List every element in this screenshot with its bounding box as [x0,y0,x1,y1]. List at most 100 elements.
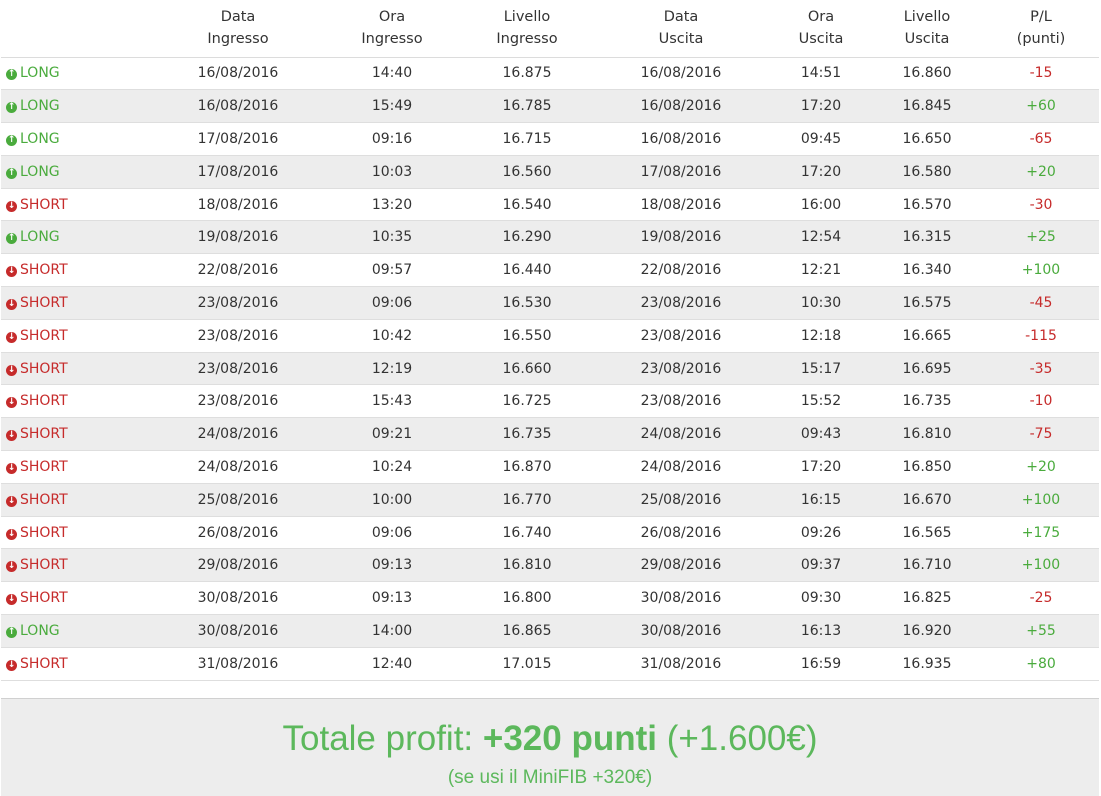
entry-date-cell: 30/08/2016 [155,581,321,616]
pl-cell: -75 [983,417,1099,452]
pl-cell: +25 [983,220,1099,255]
entry-time-cell: 10:03 [321,155,463,189]
table-row: ↑ LONG 17/08/2016 09:16 16.715 16/08/2016 09:4… [1,122,1099,156]
exit-date-cell: 26/08/2016 [591,516,771,550]
entry-date-cell: 24/08/2016 [155,417,321,452]
direction-cell: ↑ LONG [1,155,155,189]
table-row: ↓ SHORT 29/08/2016 09:13 16.810 29/08/2016 09:… [1,548,1099,583]
entry-time-cell: 10:35 [321,220,463,255]
entry-time-cell: 09:13 [321,581,463,616]
pl-cell: -25 [983,581,1099,616]
header-line2: Uscita [658,31,704,48]
pl-cell: +20 [983,450,1099,484]
pl-cell: -15 [983,57,1099,91]
pl-cell: -45 [983,286,1099,320]
arrow-circle-down-icon: ↓ [6,430,17,442]
arrow-circle-up-icon: ↑ [6,69,17,81]
entry-level-cell: 16.740 [463,516,591,550]
direction-cell: ↓ SHORT [1,253,155,288]
entry-time-cell: 09:16 [321,122,463,156]
exit-date-cell: 30/08/2016 [591,614,771,648]
header-line2: Uscita [798,31,844,48]
exit-level-cell: 16.860 [871,57,983,91]
table-row: ↓ SHORT 22/08/2016 09:57 16.440 22/08/2016 12:… [1,253,1099,288]
pl-cell: +80 [983,647,1099,681]
entry-level-cell: 16.770 [463,483,591,517]
table-row: ↓ SHORT 18/08/2016 13:20 16.540 18/08/2016 16:… [1,188,1099,222]
header-line1: Ora [807,9,835,26]
exit-time-cell: 16:13 [771,614,871,648]
exit-time-cell: 16:59 [771,647,871,681]
exit-level-cell: 16.810 [871,417,983,452]
exit-level-cell: 16.580 [871,155,983,189]
exit-level-cell: 16.650 [871,122,983,156]
direction-cell: ↓ SHORT [1,450,155,484]
entry-date-cell: 16/08/2016 [155,89,321,124]
table-row: ↓ SHORT 30/08/2016 09:13 16.800 30/08/2016 09:… [1,581,1099,616]
entry-time-cell: 10:42 [321,319,463,353]
arrow-circle-down-icon: ↓ [6,200,17,212]
direction-label: SHORT [20,327,68,344]
exit-date-cell: 23/08/2016 [591,384,771,419]
direction-label: SHORT [20,557,68,574]
entry-level-cell: 16.550 [463,319,591,353]
entry-level-cell: 16.560 [463,155,591,189]
exit-date-cell: 29/08/2016 [591,548,771,583]
table-row: ↓ SHORT 23/08/2016 10:42 16.550 23/08/2016 12:… [1,319,1099,353]
table-row: ↓ SHORT 23/08/2016 15:43 16.725 23/08/2016 15:… [1,384,1099,419]
exit-date-cell: 16/08/2016 [591,122,771,156]
exit-date-cell: 25/08/2016 [591,483,771,517]
exit-time-cell: 09:45 [771,122,871,156]
header-line1: P/L [1030,9,1052,26]
exit-time-cell: 09:26 [771,516,871,550]
arrow-circle-down-icon: ↓ [6,528,17,540]
entry-level-cell: 16.715 [463,122,591,156]
exit-level-cell: 16.575 [871,286,983,320]
table-header: Data Ingresso Ora Ingresso Livello Ingresso Da… [1,0,1099,58]
pl-cell: +100 [983,253,1099,288]
direction-cell: ↓ SHORT [1,647,155,681]
entry-date-cell: 25/08/2016 [155,483,321,517]
pl-cell: -35 [983,352,1099,386]
exit-time-cell: 15:52 [771,384,871,419]
exit-time-cell: 12:54 [771,220,871,255]
header-line1: Ora [378,9,406,26]
total-points: +320 punti [482,719,657,758]
exit-time-cell: 17:20 [771,155,871,189]
exit-date-cell: 24/08/2016 [591,417,771,452]
table-row: ↑ LONG 16/08/2016 15:49 16.785 16/08/2016 17:2… [1,89,1099,124]
exit-time-cell: 14:51 [771,57,871,91]
total-subtitle: (se usi il MiniFIB +320€) [447,767,653,788]
entry-time-cell: 15:49 [321,89,463,124]
direction-label: SHORT [20,655,68,672]
direction-label: SHORT [20,524,68,541]
entry-level-cell: 16.870 [463,450,591,484]
entry-date-cell: 29/08/2016 [155,548,321,583]
entry-level-cell: 16.875 [463,57,591,91]
arrow-circle-down-icon: ↓ [6,298,17,310]
direction-cell: ↓ SHORT [1,516,155,550]
direction-label: SHORT [20,426,68,443]
header-line1: Data [220,9,256,26]
entry-date-cell: 24/08/2016 [155,450,321,484]
direction-label: SHORT [20,262,68,279]
entry-date-cell: 31/08/2016 [155,647,321,681]
exit-level-cell: 16.670 [871,483,983,517]
exit-level-cell: 16.920 [871,614,983,648]
table-row: ↑ LONG 30/08/2016 14:00 16.865 30/08/2016 16:1… [1,614,1099,648]
direction-cell: ↑ LONG [1,57,155,91]
entry-level-cell: 16.725 [463,384,591,419]
table-row: ↓ SHORT 23/08/2016 12:19 16.660 23/08/2016 15:… [1,352,1099,386]
exit-time-cell: 12:18 [771,319,871,353]
entry-date-cell: 23/08/2016 [155,384,321,419]
table-row: ↓ SHORT 24/08/2016 09:21 16.735 24/08/2016 09:… [1,417,1099,452]
total-prefix: Totale profit: [282,719,483,758]
arrow-circle-down-icon: ↓ [6,495,17,507]
arrow-circle-down-icon: ↓ [6,397,17,409]
table-row: ↑ LONG 17/08/2016 10:03 16.560 17/08/2016 17:2… [1,155,1099,189]
header-row: Data Ingresso Ora Ingresso Livello Ingresso Da… [1,0,1099,58]
exit-time-cell: 12:21 [771,253,871,288]
exit-date-cell: 19/08/2016 [591,220,771,255]
exit-time-cell: 16:00 [771,188,871,222]
direction-cell: ↓ SHORT [1,319,155,353]
